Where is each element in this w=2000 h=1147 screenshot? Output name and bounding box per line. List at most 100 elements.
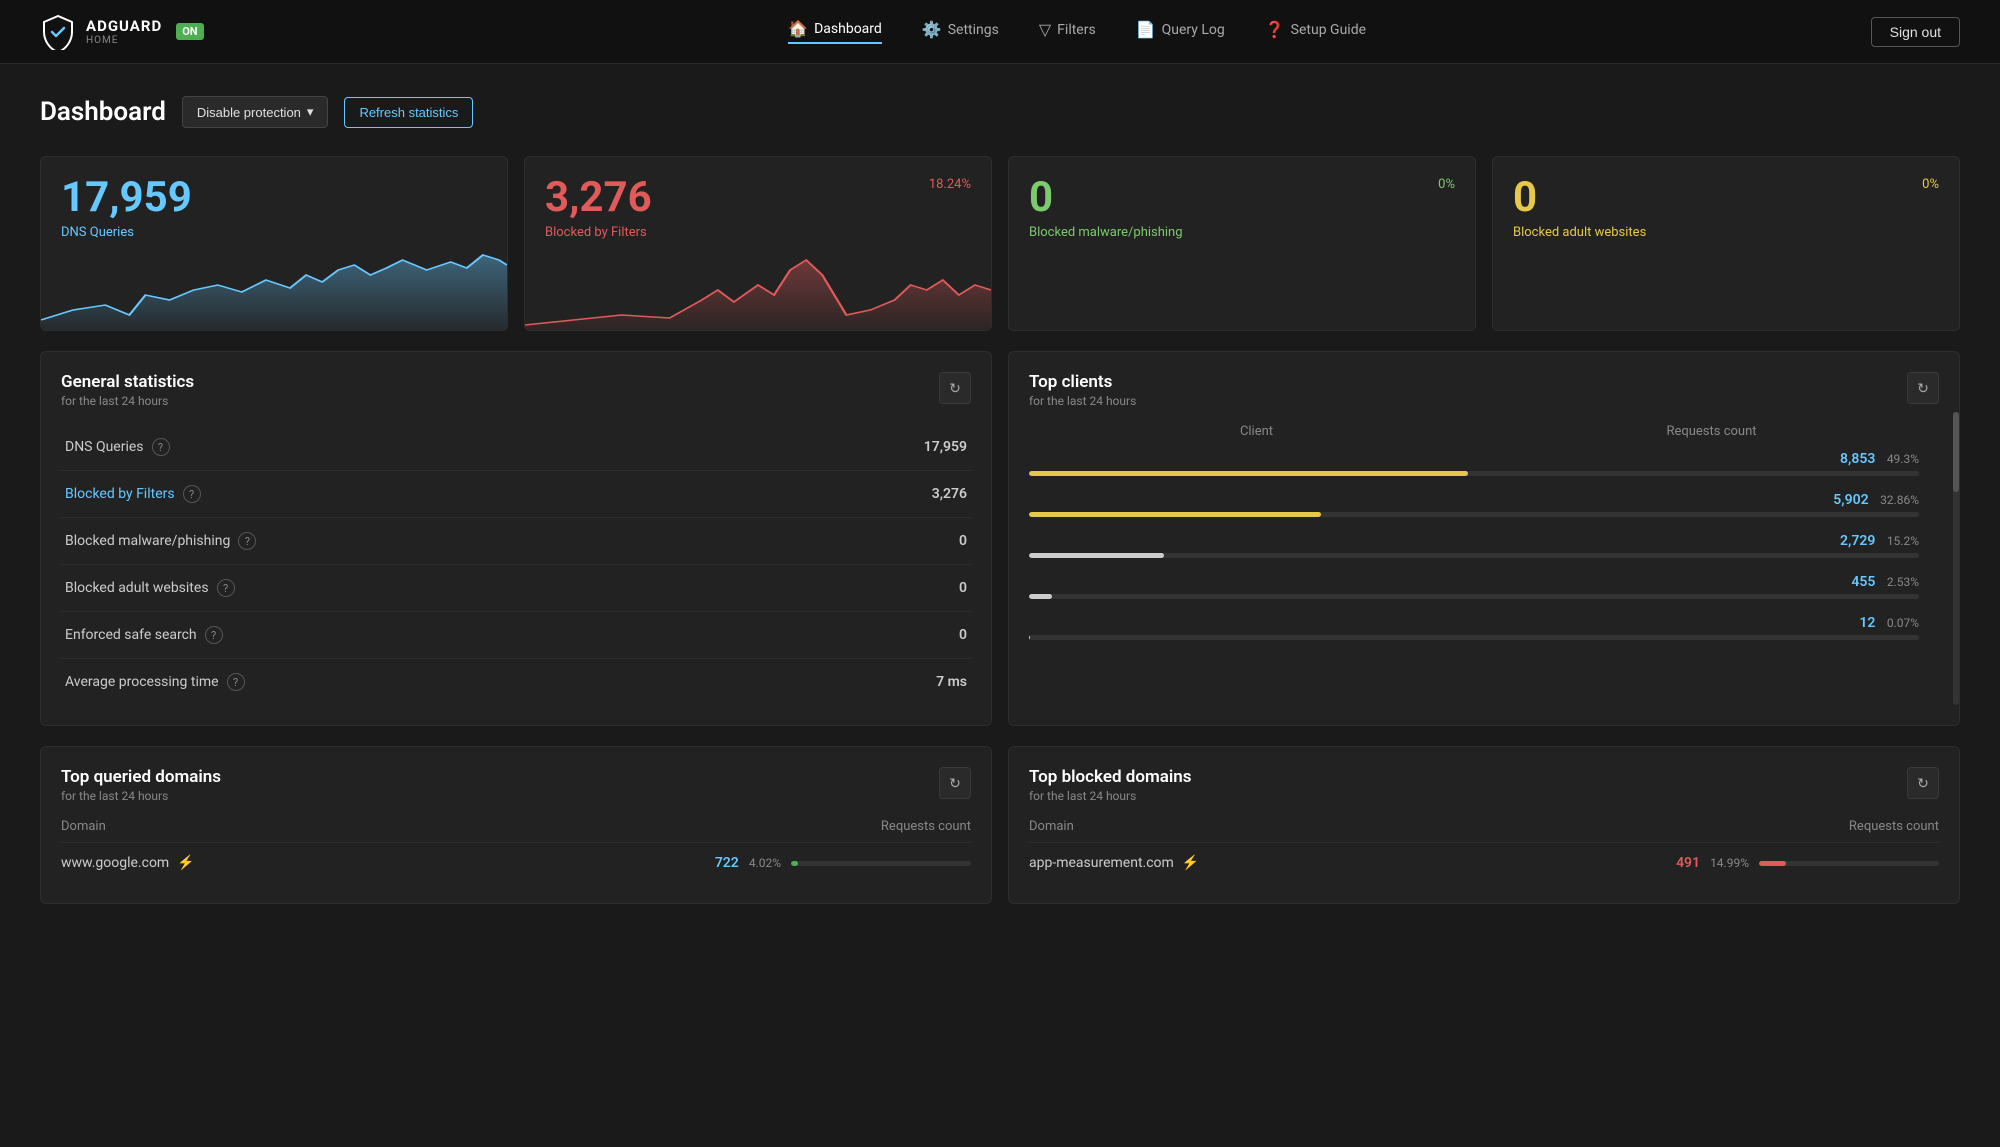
dns-queries-stat-value: 17,959 [785, 424, 971, 471]
table-row: Blocked malware/phishing ? 0 [61, 518, 971, 565]
stat-card-header: 0 Blocked malware/phishing 0% [1029, 177, 1455, 240]
progress-bar [1029, 635, 1919, 640]
client-row-info: 12 0.07% [1029, 615, 1919, 631]
top-queried-title: Top queried domains [61, 767, 221, 787]
progress-bar [1029, 594, 1919, 599]
page-title: Dashboard [40, 97, 166, 127]
progress-fill [1029, 635, 1030, 640]
top-queried-refresh-button[interactable]: ↻ [939, 767, 971, 799]
help-circle-icon: ? [227, 673, 245, 691]
domain-bar-fill [1759, 861, 1786, 866]
requests-col-header: Requests count [881, 819, 971, 834]
client-count: 8,853 [1840, 451, 1875, 467]
clients-table-header: Client Requests count [1029, 424, 1939, 439]
page-header: Dashboard Disable protection ▾ Refresh s… [40, 96, 1960, 128]
stat-card-blocked-filters: 3,276 Blocked by Filters 18.24% [524, 156, 992, 331]
list-item: 12 0.07% [1029, 615, 1919, 640]
help-circle-icon: ? [205, 626, 223, 644]
top-blocked-title: Top blocked domains [1029, 767, 1192, 787]
client-pct: 32.86% [1880, 493, 1919, 507]
blocked-adult-value: 0 [1513, 177, 1646, 219]
blocked-filters-link[interactable]: Blocked by Filters [65, 486, 175, 502]
brand-sub: HOME [86, 35, 162, 46]
status-badge: ON [176, 23, 203, 40]
help-circle-icon: ? [217, 579, 235, 597]
client-row-info: 8,853 49.3% [1029, 451, 1919, 467]
top-blocked-refresh-button[interactable]: ↻ [1907, 767, 1939, 799]
list-item: www.google.com ⚡ 722 4.02% [61, 842, 971, 883]
scrollbar-track[interactable] [1953, 412, 1959, 705]
external-link-icon: ⚡ [177, 855, 194, 871]
general-stats-subtitle: for the last 24 hours [61, 394, 194, 408]
domain-pct: 14.99% [1710, 856, 1749, 870]
stat-card-malware: 0 Blocked malware/phishing 0% [1008, 156, 1476, 331]
client-count: 5,902 [1833, 492, 1868, 508]
client-count: 455 [1851, 574, 1875, 590]
progress-fill [1029, 594, 1052, 599]
stat-row-label: Blocked adult websites ? [65, 579, 781, 597]
help-icon: ❓ [1265, 20, 1285, 39]
client-row-info: 455 2.53% [1029, 574, 1919, 590]
dns-queries-label: DNS Queries [61, 225, 192, 240]
domain-bar [791, 861, 971, 866]
top-queried-subtitle: for the last 24 hours [61, 789, 221, 803]
nav-dashboard[interactable]: 🏠 Dashboard [788, 19, 882, 44]
nav-querylog[interactable]: 📄 Query Log [1136, 19, 1225, 44]
client-count: 12 [1859, 615, 1875, 631]
top-blocked-panel: Top blocked domains for the last 24 hour… [1008, 746, 1960, 904]
help-circle-icon: ? [183, 485, 201, 503]
log-icon: 📄 [1136, 20, 1156, 39]
list-item: 5,902 32.86% [1029, 492, 1919, 517]
domain-stats: 722 4.02% [715, 855, 971, 871]
safe-search-stat-value: 0 [785, 612, 971, 659]
blocked-adult-percent: 0% [1922, 177, 1939, 192]
blocked-filters-value: 3,276 [545, 177, 652, 219]
nav-setup[interactable]: ❓ Setup Guide [1265, 19, 1366, 44]
blocked-malware-stat-value: 0 [785, 518, 971, 565]
progress-fill [1029, 553, 1164, 558]
filter-icon: ▽ [1039, 20, 1051, 39]
external-link-icon: ⚡ [1182, 855, 1199, 871]
top-clients-refresh-button[interactable]: ↻ [1907, 372, 1939, 404]
panel-header: General statistics for the last 24 hours… [61, 372, 971, 408]
dns-chart [41, 240, 507, 330]
general-stats-table: DNS Queries ? 17,959 Blocked by Filters … [61, 424, 971, 705]
panel-header: Top blocked domains for the last 24 hour… [1029, 767, 1939, 803]
blocked-filters-stat-value: 3,276 [785, 471, 971, 518]
blocked-filters-percent: 18.24% [929, 177, 971, 192]
logo: ADGUARD HOME ON [40, 14, 204, 50]
middle-panels: General statistics for the last 24 hours… [40, 351, 1960, 726]
top-clients-subtitle: for the last 24 hours [1029, 394, 1136, 408]
blocked-malware-label: Blocked malware/phishing [1029, 225, 1183, 240]
list-item: 455 2.53% [1029, 574, 1919, 599]
domain-name: app-measurement.com ⚡ [1029, 855, 1199, 871]
stat-row-label: Blocked by Filters ? [65, 485, 781, 503]
refresh-statistics-button[interactable]: Refresh statistics [344, 97, 473, 128]
nav-filters[interactable]: ▽ Filters [1039, 19, 1096, 44]
scrollbar-thumb[interactable] [1953, 412, 1959, 492]
disable-protection-button[interactable]: Disable protection ▾ [182, 96, 329, 128]
client-count: 2,729 [1840, 533, 1875, 549]
client-col-header: Client [1029, 424, 1484, 439]
blocked-adult-label: Blocked adult websites [1513, 225, 1646, 240]
general-stats-refresh-button[interactable]: ↻ [939, 372, 971, 404]
table-row: Average processing time ? 7 ms [61, 659, 971, 706]
help-circle-icon: ? [152, 438, 170, 456]
blocked-malware-value: 0 [1029, 177, 1183, 219]
sign-out-button[interactable]: Sign out [1871, 17, 1960, 47]
stat-row-label: DNS Queries ? [65, 438, 781, 456]
home-icon: 🏠 [788, 19, 808, 38]
progress-bar [1029, 471, 1919, 476]
requests-col-header: Requests count [1849, 819, 1939, 834]
stat-card-header: 0 Blocked adult websites 0% [1513, 177, 1939, 240]
stat-card-adult: 0 Blocked adult websites 0% [1492, 156, 1960, 331]
stat-card-header: 17,959 DNS Queries [61, 177, 487, 240]
nav-settings[interactable]: ⚙️ Settings [922, 19, 999, 44]
progress-bar [1029, 512, 1919, 517]
domain-col-header: Domain [61, 819, 106, 834]
top-clients-title: Top clients [1029, 372, 1136, 392]
client-pct: 0.07% [1887, 616, 1919, 630]
table-row: DNS Queries ? 17,959 [61, 424, 971, 471]
bottom-panels: Top queried domains for the last 24 hour… [40, 746, 1960, 904]
brand-name: ADGUARD [86, 17, 162, 35]
